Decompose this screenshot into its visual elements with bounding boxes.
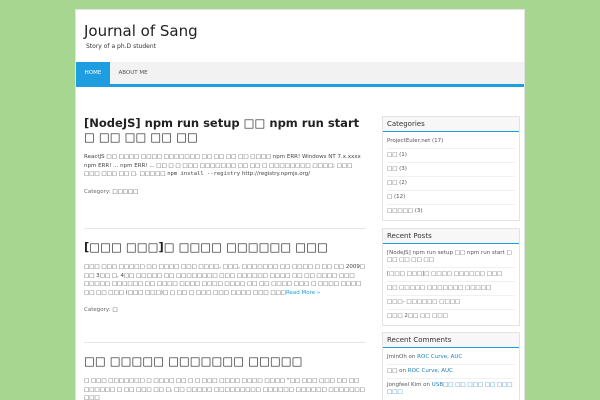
recent-post-link[interactable]: □□□ 2□□ □□ □□□ <box>387 313 448 319</box>
categories-widget: Categories ProjectEuler.net (17) □□ (1) … <box>382 116 520 221</box>
site-title[interactable]: Journal of Sang <box>84 22 198 40</box>
nav-item-home[interactable]: HOME <box>76 62 110 84</box>
post-divider <box>84 342 366 343</box>
list-item: □□ □□□□□ □□□□□□□ □□□□□ <box>387 282 515 296</box>
list-item: □□□□□ (3) <box>387 205 515 218</box>
recent-comments-widget: Recent Comments JminOh on ROC Curve, AUC… <box>382 332 520 400</box>
list-item: JminOh on ROC Curve, AUC <box>387 351 515 365</box>
category-link[interactable]: □□ <box>387 152 397 158</box>
list-item: □□ on ROC Curve, AUC <box>387 365 515 379</box>
comment-author: □□ <box>387 368 398 374</box>
list-item: □□ (2) <box>387 177 515 191</box>
post-title[interactable]: [□□□ □□□]□ □□□□ □□□□□□ □□□ <box>84 240 366 254</box>
category-count: (17) <box>431 138 444 144</box>
recent-post-link[interactable]: □□ □□□□□ □□□□□□□ □□□□□ <box>387 285 491 291</box>
post-title[interactable]: □□ □□□□□ □□□□□□□ □□□□□ <box>84 354 366 368</box>
category-link[interactable]: □□□□□ <box>387 208 413 214</box>
category-count: (1) <box>399 152 407 158</box>
main-navigation: HOME ABOUT ME <box>76 62 524 87</box>
recent-post-link[interactable]: □□□- □□□□□□ □□□□ <box>387 299 460 305</box>
category-count: (3) <box>414 208 423 214</box>
main-content: [NodeJS] npm run setup □□ npm run start … <box>76 96 382 400</box>
read-more-link[interactable]: Read More » <box>286 290 320 296</box>
widget-title: Recent Posts <box>383 229 519 244</box>
recent-posts-list: [NodeJS] npm run setup □□ npm run start … <box>383 244 519 325</box>
category-count: (3) <box>399 166 407 172</box>
list-item: □□□- □□□□□□ □□□□ <box>387 296 515 310</box>
comment-on: on <box>406 354 418 360</box>
comment-author: JminOh <box>387 354 407 360</box>
list-item: ProjectEuler.net (17) <box>387 135 515 149</box>
category-count: (12) <box>393 194 406 200</box>
nav-item-about-me[interactable]: ABOUT ME <box>112 62 154 84</box>
recent-post-link[interactable]: [NodeJS] npm run setup □□ npm run start … <box>387 250 512 263</box>
post-excerpt: □□□ □□□ □□□□□ □□ □□□□ □□□ □□□□, □□□, □□□… <box>84 263 366 297</box>
post-entry: [NodeJS] npm run setup □□ npm run start … <box>84 116 366 195</box>
categories-list: ProjectEuler.net (17) □□ (1) □□ (3) □□ (… <box>383 132 519 220</box>
post-excerpt-tail: http://registry.npmjs.org/ <box>240 171 311 177</box>
post-excerpt-code: npm install --registry <box>167 171 241 177</box>
list-item: □□ (1) <box>387 149 515 163</box>
site-description: Story of a ph.D student <box>86 43 157 50</box>
post-category: Category: □ <box>84 307 366 313</box>
comment-post-link[interactable]: ROC Curve, AUC <box>417 354 462 360</box>
list-item: [□□□ □□□]□ □□□□ □□□□□□ □□□ <box>387 268 515 282</box>
category-link[interactable]: □□ <box>387 180 397 186</box>
comment-author: Jongfeel Kim <box>387 382 422 388</box>
recent-post-link[interactable]: [□□□ □□□]□ □□□□ □□□□□□ □□□ <box>387 271 502 277</box>
list-item: □ (12) <box>387 191 515 205</box>
list-item: [NodeJS] npm run setup □□ npm run start … <box>387 247 515 268</box>
post-title[interactable]: [NodeJS] npm run setup □□ npm run start … <box>84 116 366 144</box>
category-link[interactable]: □□ <box>387 166 397 172</box>
widget-title: Recent Comments <box>383 333 519 348</box>
widget-title: Categories <box>383 117 519 132</box>
list-item: □□□ 2□□ □□ □□□ <box>387 310 515 323</box>
page-container: Journal of Sang Story of a ph.D student … <box>76 10 524 400</box>
site-header: Journal of Sang Story of a ph.D student <box>76 10 524 62</box>
category-count: (2) <box>399 180 407 186</box>
category-link[interactable]: ProjectEuler.net <box>387 138 430 144</box>
comment-post-link[interactable]: ROC Curve, AUC <box>408 368 453 374</box>
post-excerpt-text: □□□ □□□ □□□□□ □□ □□□□ □□□ □□□□, □□□, □□□… <box>84 264 366 296</box>
recent-comments-list: JminOh on ROC Curve, AUC □□ on ROC Curve… <box>383 348 519 400</box>
post-category-label: Category: <box>84 307 113 313</box>
list-item: □□ (3) <box>387 163 515 177</box>
sidebar: Categories ProjectEuler.net (17) □□ (1) … <box>382 96 524 400</box>
comment-on: on <box>421 382 432 388</box>
post-divider <box>84 228 366 229</box>
post-category: Category: □□□□□ <box>84 189 366 195</box>
post-excerpt: □ □□□ □□□□□□□ □ □□□□ □□ □ □ □□□ □□□□ □□□… <box>84 378 365 400</box>
post-category-link[interactable]: □□□□□ <box>112 189 138 195</box>
post-category-link[interactable]: □ <box>112 307 117 313</box>
category-link[interactable]: □ <box>387 194 392 200</box>
recent-posts-widget: Recent Posts [NodeJS] npm run setup □□ n… <box>382 228 520 326</box>
list-item: Jongfeel Kim on USB□□ □□ □□□ □□ □□□ □□□ <box>387 379 515 399</box>
post-excerpt: ReactJS □□ □□□□ □□□□ □□□□□□□ □□ □□ □□ □□… <box>84 153 366 179</box>
comment-on: on <box>397 368 408 374</box>
post-entry: [□□□ □□□]□ □□□□ □□□□□□ □□□ □□□ □□□ □□□□□… <box>84 240 366 313</box>
post-entry: □□ □□□□□ □□□□□□□ □□□□□ □ □□□ □□□□□□□ □ □… <box>84 354 366 400</box>
post-category-label: Category: <box>84 188 113 195</box>
